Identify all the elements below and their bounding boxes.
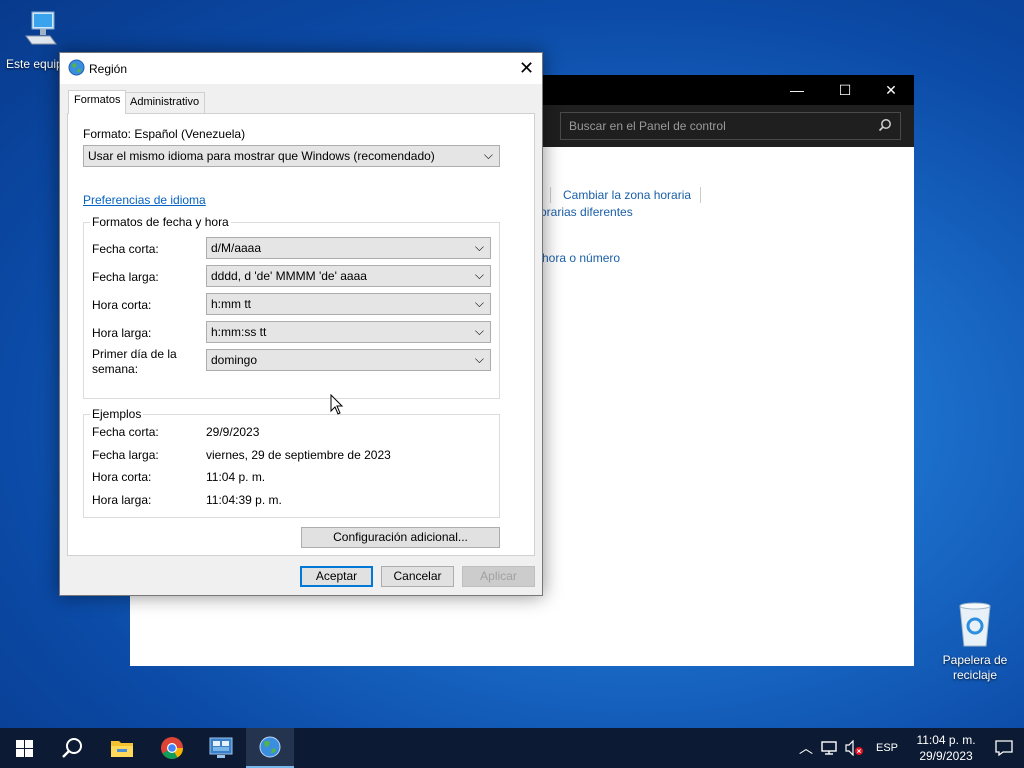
- tab-label: Formatos: [74, 94, 121, 106]
- tab-label: Administrativo: [130, 96, 200, 108]
- format-select-value: Usar el mismo idioma para mostrar que Wi…: [88, 149, 435, 163]
- chevron-down-icon: ⌵: [474, 324, 484, 338]
- short-time-select[interactable]: h:mm tt ⌵: [206, 293, 491, 315]
- desktop-icon-recycle-bin[interactable]: Papelera de reciclaje: [935, 600, 1015, 683]
- example-long-time-value: 11:04:39 p. m.: [206, 493, 282, 507]
- formats-panel: Formato: Español (Venezuela) Usar el mis…: [67, 113, 535, 556]
- short-time-label: Hora corta:: [92, 298, 152, 312]
- close-button[interactable]: ✕: [868, 75, 914, 105]
- change-time-zone-link[interactable]: Cambiar la zona horaria: [563, 188, 691, 202]
- tab-administrative[interactable]: Administrativo: [124, 92, 206, 113]
- multiple-clocks-link[interactable]: orarias diferentes: [540, 205, 633, 219]
- search-placeholder: Buscar en el Panel de control: [569, 119, 726, 133]
- start-button[interactable]: [0, 728, 48, 768]
- folder-icon: [111, 741, 133, 757]
- mouse-cursor-icon: [330, 394, 344, 415]
- control-panel-taskbar-button[interactable]: [197, 728, 245, 768]
- desktop-icon-label: reciclaje: [952, 668, 997, 682]
- search-button[interactable]: [48, 728, 96, 768]
- long-time-label: Hora larga:: [92, 326, 152, 340]
- ok-button[interactable]: Aceptar: [300, 566, 373, 587]
- globe-icon: [68, 59, 85, 76]
- first-day-select[interactable]: domingo ⌵: [206, 349, 491, 371]
- volume-muted-icon[interactable]: [844, 740, 864, 756]
- additional-settings-button[interactable]: Configuración adicional...: [301, 527, 500, 548]
- example-long-date-value: viernes, 29 de septiembre de 2023: [206, 448, 391, 462]
- desktop-icon-label: Papelera de: [942, 653, 1008, 667]
- short-time-value: h:mm tt: [211, 297, 252, 311]
- link-separator: [550, 187, 551, 203]
- long-date-label: Fecha larga:: [92, 270, 159, 284]
- system-tray: ︿ ESP 11:04 p. m. 29/9/2023: [796, 728, 1024, 768]
- maximize-button[interactable]: ☐: [822, 75, 868, 105]
- language-indicator[interactable]: ESP: [876, 742, 898, 754]
- tab-formats[interactable]: Formatos: [68, 90, 127, 114]
- globe-icon: [259, 736, 281, 758]
- clock-date: 29/9/2023: [919, 749, 973, 763]
- example-short-date-label: Fecha corta:: [92, 425, 159, 439]
- example-long-time-label: Hora larga:: [92, 493, 152, 507]
- example-short-time-label: Hora corta:: [92, 470, 152, 484]
- clock[interactable]: 11:04 p. m. 29/9/2023: [912, 732, 980, 764]
- search-icon: [62, 738, 82, 758]
- group-title: Formatos de fecha y hora: [90, 215, 231, 229]
- chevron-down-icon: ⌵: [474, 268, 484, 282]
- long-time-value: h:mm:ss tt: [211, 325, 267, 339]
- link-separator: [700, 187, 701, 203]
- chevron-down-icon: ⌵: [474, 296, 484, 310]
- short-date-select[interactable]: d/M/aaaa ⌵: [206, 237, 491, 259]
- dialog-titlebar: Región ✕: [60, 53, 542, 84]
- example-short-time-value: 11:04 p. m.: [206, 470, 266, 484]
- apply-button: Aplicar: [462, 566, 535, 587]
- first-day-value: domingo: [211, 353, 258, 367]
- long-date-value: dddd, d 'de' MMMM 'de' aaaa: [211, 269, 367, 283]
- button-label: Aceptar: [315, 569, 358, 583]
- region-taskbar-button[interactable]: [246, 728, 294, 768]
- language-preferences-link[interactable]: Preferencias de idioma: [83, 193, 206, 207]
- recycle-bin-icon: [959, 602, 991, 647]
- search-icon: [878, 119, 891, 132]
- example-short-date-value: 29/9/2023: [206, 425, 260, 439]
- short-date-value: d/M/aaaa: [211, 241, 262, 255]
- control-panel-icon: [209, 737, 233, 758]
- first-day-label: semana:: [92, 362, 139, 376]
- chrome-button[interactable]: [148, 728, 196, 768]
- minimize-button[interactable]: —: [774, 75, 820, 105]
- search-input[interactable]: Buscar en el Panel de control: [560, 112, 901, 140]
- dialog-title: Región: [89, 62, 128, 76]
- notification-icon[interactable]: [994, 739, 1014, 757]
- button-label: Configuración adicional...: [333, 530, 468, 544]
- chevron-down-icon: ⌵: [474, 352, 484, 366]
- short-date-label: Fecha corta:: [92, 242, 159, 256]
- network-icon[interactable]: [820, 740, 840, 756]
- chevron-down-icon: ⌵: [474, 240, 484, 254]
- long-time-select[interactable]: h:mm:ss tt ⌵: [206, 321, 491, 343]
- format-label: Formato: Español (Venezuela): [83, 127, 246, 141]
- chevron-up-icon[interactable]: ︿: [796, 738, 816, 758]
- button-label: Cancelar: [393, 569, 442, 583]
- long-date-select[interactable]: dddd, d 'de' MMMM 'de' aaaa ⌵: [206, 265, 491, 287]
- close-icon[interactable]: ✕: [511, 53, 542, 84]
- format-select[interactable]: Usar el mismo idioma para mostrar que Wi…: [83, 145, 500, 167]
- region-dialog: Región ✕ Formatos Administrativo Formato…: [59, 52, 543, 596]
- cancel-button[interactable]: Cancelar: [381, 566, 454, 587]
- chrome-icon: [161, 737, 183, 759]
- group-title: Ejemplos: [90, 407, 144, 421]
- first-day-label: Primer día de la: [92, 347, 177, 361]
- change-formats-link[interactable]: hora o número: [542, 251, 620, 265]
- clock-time: 11:04 p. m.: [916, 733, 976, 747]
- windows-logo-icon: [15, 739, 33, 757]
- computer-icon: [25, 11, 57, 45]
- file-explorer-button[interactable]: [98, 728, 146, 768]
- chevron-down-icon: ⌵: [483, 148, 493, 162]
- taskbar: ︿ ESP 11:04 p. m. 29/9/2023: [0, 728, 1024, 768]
- button-label: Aplicar: [480, 569, 517, 583]
- example-long-date-label: Fecha larga:: [92, 448, 159, 462]
